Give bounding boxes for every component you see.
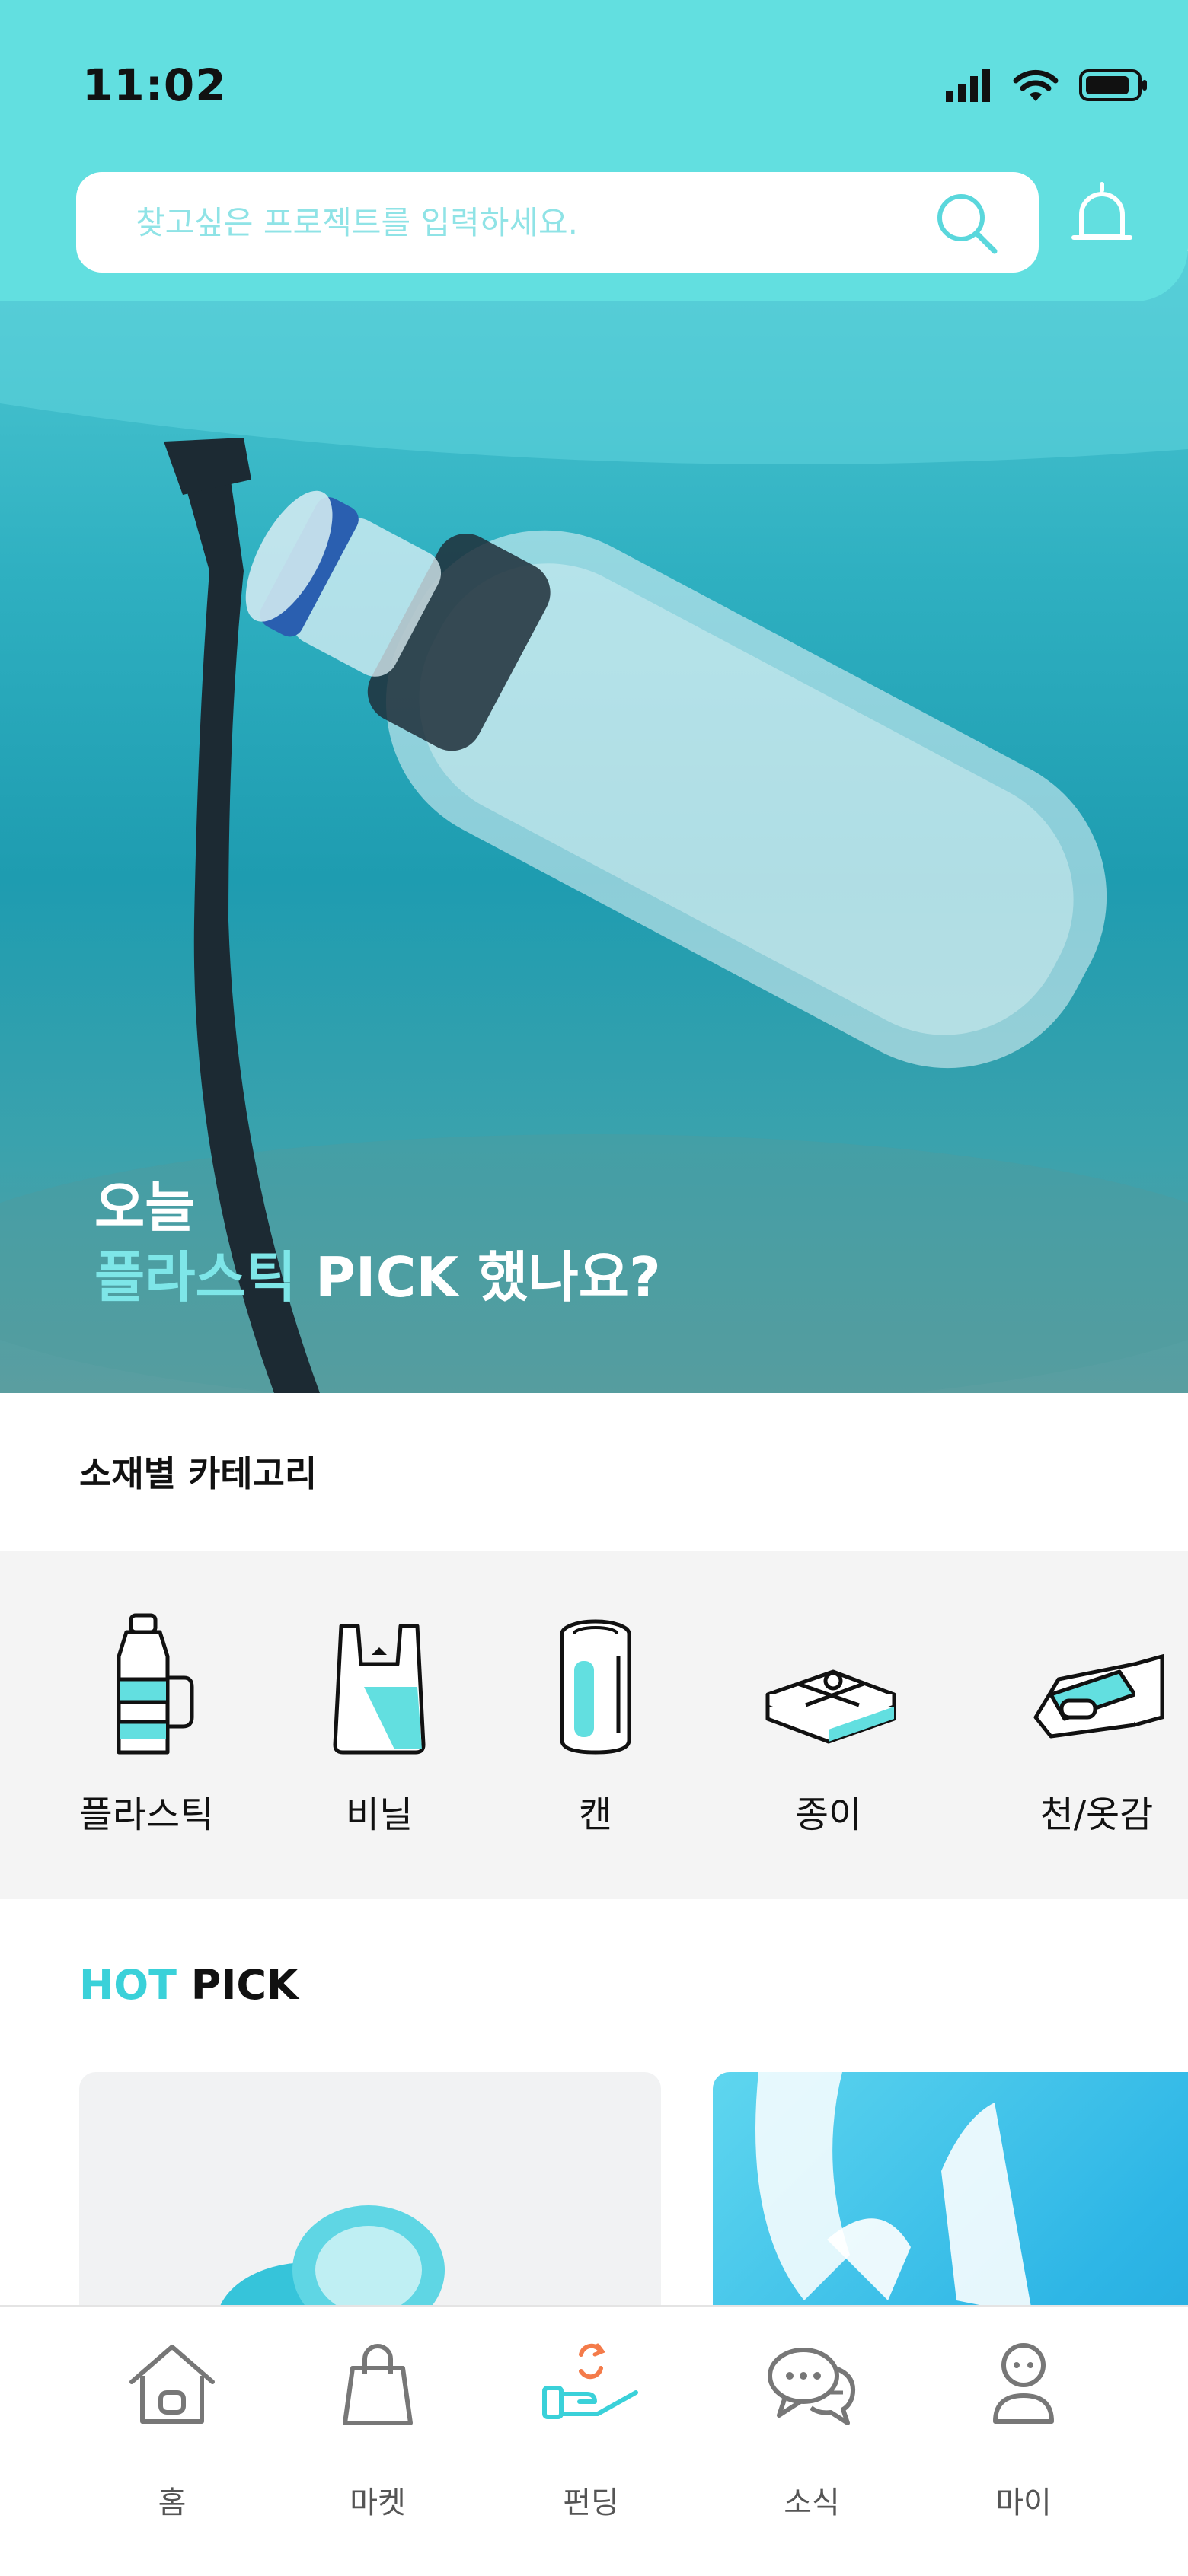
category-item-can[interactable]: 캔 [504,1551,687,1899]
plastic-bag-icon [333,1624,426,1755]
plastic-bottle-icon [117,1613,194,1755]
header: 11:02 [0,0,1188,301]
nav-label: 홈 [158,2485,187,2520]
chat-bubbles-icon [768,2348,855,2425]
category-item-paper[interactable]: 종이 [737,1551,920,1899]
status-icons [944,64,1148,107]
search-bar [76,172,1039,273]
category-item-fabric[interactable]: 천/옷감 [1005,1551,1188,1899]
hero-line-2: 플라스틱 PICK 했나요? [94,1242,661,1312]
can-icon [560,1619,631,1755]
bell-icon[interactable] [1068,180,1136,256]
hero-rest-text: PICK 했나요? [295,1245,661,1309]
category-label: 종이 [794,1793,863,1836]
home-icon [129,2345,215,2424]
nav-label: 소식 [784,2485,840,2520]
search-input[interactable] [136,172,928,273]
category-label: 캔 [578,1793,613,1836]
battery-icon [1079,69,1147,101]
hot-pick-rest: PICK [176,1961,299,2009]
hot-pick-title: HOT PICK [79,1961,299,2009]
nav-item-home[interactable]: 홈 [96,2338,248,2520]
search-icon[interactable] [932,189,1001,257]
nav-item-funding[interactable]: 펀딩 [515,2338,667,2520]
nav-label: 펀딩 [563,2485,619,2520]
fabric-roll-icon [1033,1653,1164,1739]
hero-accent-text: 플라스틱 [94,1245,296,1309]
hot-pick-accent: HOT [79,1961,177,2009]
nav-label: 마이 [995,2485,1052,2520]
category-item-vinyl[interactable]: 비닐 [288,1551,471,1899]
shopping-bag-icon [343,2344,413,2425]
nav-item-my[interactable]: 마이 [947,2338,1100,2520]
nav-label: 마켓 [350,2485,406,2520]
category-section-title: 소재별 카테고리 [79,1453,318,1494]
status-time: 11:02 [82,59,227,111]
nav-item-market[interactable]: 마켓 [302,2338,454,2520]
category-item-plastic[interactable]: 플라스틱 [55,1551,238,1899]
person-icon [993,2343,1054,2424]
funding-hand-icon [542,2343,638,2419]
paper-bundle-icon [765,1669,896,1744]
category-label: 비닐 [345,1793,414,1836]
wifi-icon [1013,69,1059,101]
hero-line-1: 오늘 [94,1175,196,1239]
hero-banner[interactable]: 오늘 플라스틱 PICK 했나요? [0,251,1188,1393]
bottom-navigation: 홈 마켓 펀딩 소식 마이 [0,2305,1188,2576]
signal-icon [946,69,990,102]
category-list: 플라스틱 비닐 캔 종이 천/옷감 [0,1551,1188,1899]
category-label: 플라스틱 [78,1793,214,1836]
category-label: 천/옷감 [1040,1793,1154,1836]
nav-item-news[interactable]: 소식 [736,2338,888,2520]
hero-headline: 오늘 플라스틱 PICK 했나요? [94,1172,661,1312]
